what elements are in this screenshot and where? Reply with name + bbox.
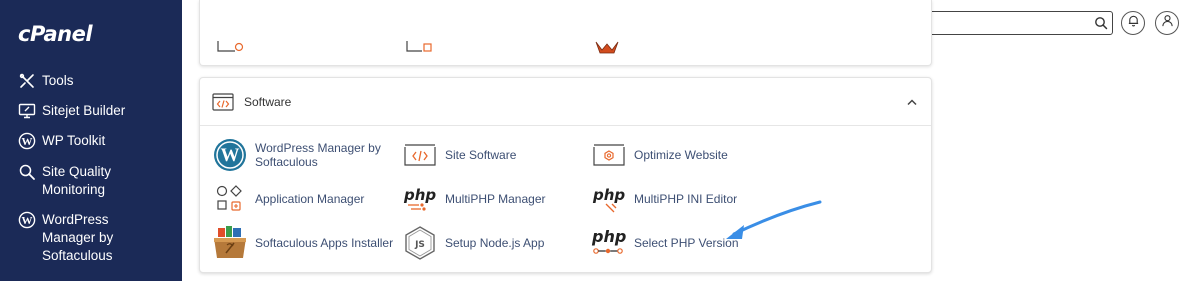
annotation-arrow	[726, 200, 822, 239]
svg-text:php: php	[403, 186, 436, 204]
svg-text:php: php	[591, 227, 626, 246]
tool-label: WordPress Manager by Softaculous	[255, 141, 381, 169]
code-window-icon	[402, 137, 438, 173]
search-icon[interactable]	[1090, 12, 1112, 34]
sidebar-item-site-quality-monitoring[interactable]: Site Quality Monitoring	[18, 163, 168, 199]
cpanel-logo[interactable]: cPanel	[18, 22, 93, 46]
svg-text:W: W	[22, 136, 33, 148]
sidebar: cPanel Tools Sitejet Builder W WP Toolki…	[0, 0, 182, 281]
sidebar-item-label: Site Quality Monitoring	[42, 164, 112, 197]
notifications-button[interactable]	[1121, 11, 1145, 35]
search-magnify-icon	[18, 163, 36, 181]
sidebar-item-tools[interactable]: Tools	[18, 72, 74, 90]
tool-label: Softaculous Apps Installer	[255, 236, 394, 250]
optimize-icon	[591, 137, 627, 173]
wordpress-icon: W	[18, 132, 36, 150]
wordpress-icon: W	[212, 137, 248, 173]
sidebar-item-wordpress-manager[interactable]: W WordPress Manager by Softaculous	[18, 211, 168, 265]
tool-icon	[217, 40, 245, 58]
tool-label: Application Manager	[255, 192, 365, 206]
bell-icon	[1127, 14, 1140, 32]
user-menu-button[interactable]	[1155, 11, 1179, 35]
softaculous-icon	[212, 225, 248, 261]
code-window-icon	[212, 93, 234, 111]
nodejs-icon: JS	[402, 225, 438, 261]
tool-softaculous-apps-installer[interactable]: Softaculous Apps Installer	[212, 225, 393, 261]
app-grid-icon	[212, 181, 248, 217]
tool-icon	[594, 40, 620, 59]
php-icon: php	[591, 181, 627, 217]
sidebar-item-label: WP Toolkit	[42, 133, 106, 148]
tool-site-software[interactable]: Site Software	[402, 137, 516, 173]
tool-wordpress-manager[interactable]: W WordPress Manager by Softaculous	[212, 137, 392, 173]
php-icon: php	[402, 181, 438, 217]
wordpress-icon: W	[18, 211, 36, 229]
tool-select-php-version[interactable]: php Select PHP Version	[591, 225, 739, 261]
software-panel-header[interactable]: Software	[200, 78, 931, 126]
svg-text:W: W	[22, 215, 33, 227]
tool-multiphp-manager[interactable]: php MultiPHP Manager	[402, 181, 546, 217]
sidebar-item-label: WordPress Manager by Softaculous	[42, 212, 114, 263]
tool-label: Site Software	[445, 148, 517, 162]
tool-setup-nodejs-app[interactable]: JS Setup Node.js App	[402, 225, 544, 261]
chevron-up-icon[interactable]	[905, 95, 919, 109]
sitejet-icon	[18, 102, 36, 120]
tool-label: MultiPHP Manager	[445, 192, 546, 206]
sidebar-item-sitejet-builder[interactable]: Sitejet Builder	[18, 102, 125, 120]
previous-section-panel	[199, 0, 932, 66]
section-title: Software	[244, 95, 292, 109]
tool-icon	[406, 40, 434, 58]
svg-text:JS: JS	[414, 240, 425, 250]
sidebar-item-wp-toolkit[interactable]: W WP Toolkit	[18, 132, 105, 150]
tool-label: Optimize Website	[634, 148, 728, 162]
tool-application-manager[interactable]: Application Manager	[212, 181, 364, 217]
tools-icon	[18, 72, 36, 90]
tool-optimize-website[interactable]: Optimize Website	[591, 137, 728, 173]
php-icon: php	[591, 225, 627, 261]
tool-label: Setup Node.js App	[445, 236, 545, 250]
svg-text:php: php	[592, 186, 625, 204]
svg-text:W: W	[221, 145, 240, 166]
sidebar-item-label: Sitejet Builder	[42, 103, 126, 118]
sidebar-item-label: Tools	[42, 73, 74, 88]
user-icon	[1161, 14, 1174, 32]
tool-multiphp-ini-editor[interactable]: php MultiPHP INI Editor	[591, 181, 737, 217]
